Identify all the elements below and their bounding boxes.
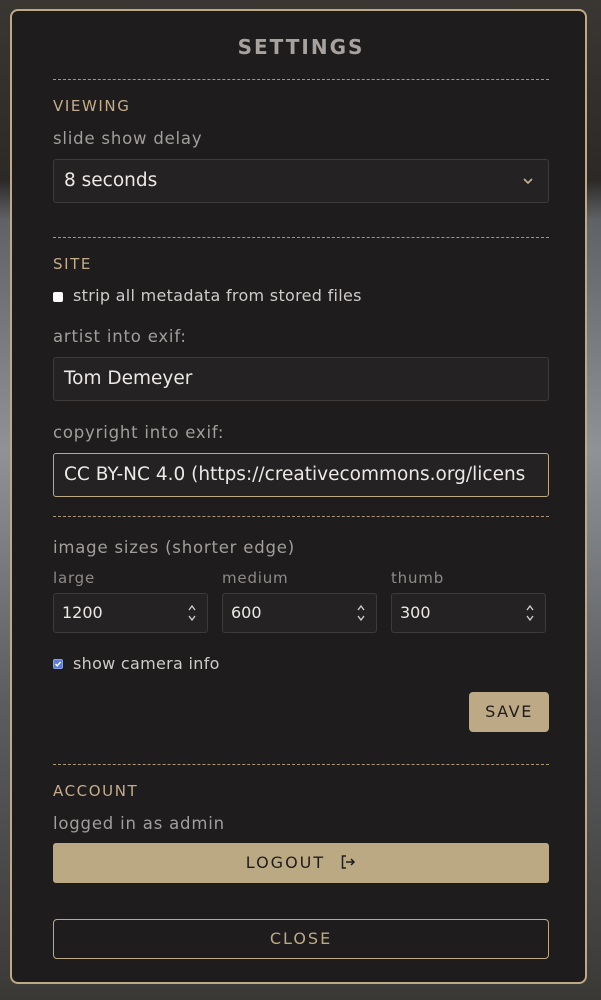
slideshow-delay-value: 8 seconds: [64, 170, 158, 191]
strip-metadata-label: strip all metadata from stored files: [73, 286, 362, 305]
copyright-exif-input[interactable]: CC BY-NC 4.0 (https://creativecommons.or…: [53, 453, 549, 497]
size-medium-label: medium: [222, 569, 289, 587]
logout-label: LOGOUT: [245, 853, 326, 872]
logged-in-status: logged in as admin: [53, 814, 225, 833]
camera-info-label: show camera info: [73, 654, 220, 673]
logout-icon: [342, 855, 356, 869]
settings-content: SETTINGS VIEWING slide show delay 8 seco…: [53, 11, 549, 982]
divider: [53, 79, 549, 80]
divider: [53, 237, 549, 238]
stepper-arrows-icon[interactable]: [187, 603, 197, 623]
size-large-input[interactable]: 1200: [53, 593, 208, 633]
artist-exif-label: artist into exif:: [53, 327, 187, 346]
save-button[interactable]: SAVE: [469, 692, 549, 732]
divider: [53, 764, 549, 765]
slideshow-delay-select[interactable]: 8 seconds: [53, 159, 549, 203]
copyright-exif-label: copyright into exif:: [53, 423, 225, 442]
artist-exif-value: Tom Demeyer: [64, 368, 193, 389]
size-thumb-input[interactable]: 300: [391, 593, 546, 633]
chevron-down-icon: [523, 178, 533, 185]
logout-button[interactable]: LOGOUT: [53, 843, 549, 883]
strip-metadata-checkbox[interactable]: [53, 292, 63, 302]
image-sizes-label: image sizes (shorter edge): [53, 538, 295, 557]
camera-info-checkbox[interactable]: [53, 659, 63, 669]
divider: [53, 516, 549, 517]
slideshow-delay-label: slide show delay: [53, 129, 203, 148]
close-button[interactable]: CLOSE: [53, 919, 549, 959]
settings-panel: SETTINGS VIEWING slide show delay 8 seco…: [10, 9, 587, 984]
section-heading-account: ACCOUNT: [53, 782, 139, 800]
artist-exif-input[interactable]: Tom Demeyer: [53, 357, 549, 401]
size-large-label: large: [53, 569, 96, 587]
stepper-arrows-icon[interactable]: [356, 603, 366, 623]
size-medium-value: 600: [231, 603, 262, 622]
size-thumb-label: thumb: [391, 569, 445, 587]
section-heading-site: SITE: [53, 255, 92, 273]
size-thumb-value: 300: [400, 603, 431, 622]
panel-title: SETTINGS: [237, 35, 365, 59]
section-heading-viewing: VIEWING: [53, 97, 131, 115]
stepper-arrows-icon[interactable]: [525, 603, 535, 623]
copyright-exif-value: CC BY-NC 4.0 (https://creativecommons.or…: [64, 464, 526, 485]
checkmark-icon: [54, 661, 62, 667]
size-large-value: 1200: [62, 603, 103, 622]
size-medium-input[interactable]: 600: [222, 593, 377, 633]
